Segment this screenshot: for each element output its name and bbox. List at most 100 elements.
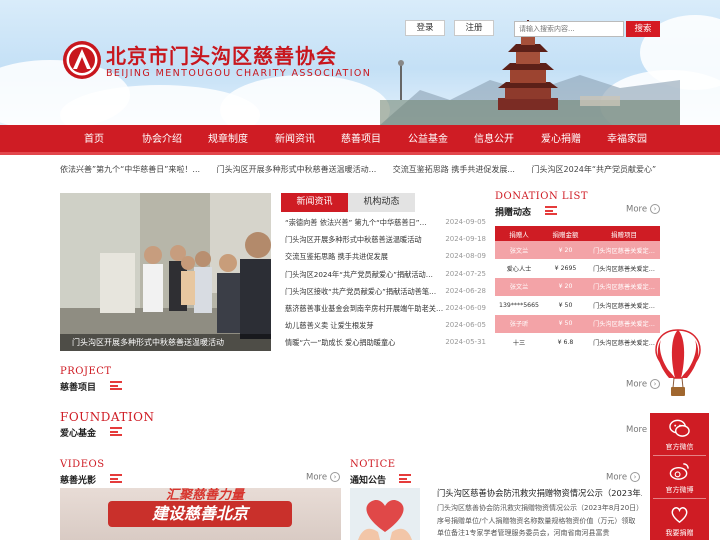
cloud-decoration [220, 75, 390, 125]
news-item-title: 幼儿慈善义卖 让爱生根发芽 [285, 321, 374, 331]
donation-row[interactable]: 张文兰 ¥ 20 门头沟区慈善关爱定… [495, 241, 660, 260]
video-thumbnail[interactable]: 汇聚慈善力量 建设慈善北京 [60, 488, 341, 540]
column-header: 捐赠人 [495, 226, 543, 241]
news-list-item[interactable]: 交流互鉴拓思路 携手共进促发展 2024-08-09 [281, 248, 486, 265]
donation-project: 门头沟区慈善关爱定… [588, 241, 660, 260]
donation-amount: ¥ 2695 [543, 259, 588, 278]
foundation-more-link[interactable]: More [626, 425, 647, 435]
association-logo-icon [63, 41, 101, 79]
news-item-title: 慈济慈善事业基金会到南辛房村开展端午助老关… [285, 303, 444, 313]
floating-sidebar: 官方微信 官方微博 我要捐赠 [650, 413, 709, 540]
videos-more-link[interactable]: More › [306, 472, 341, 483]
news-item-title: 交流互鉴拓思路 携手共进促发展 [285, 252, 388, 262]
city-tower-illustration [380, 20, 680, 125]
donor-name: 张子昕 [495, 314, 543, 333]
donation-title-cn: 捐赠动态 [495, 208, 532, 218]
section-marker-icon [110, 474, 122, 483]
news-item-title: 门头沟区开展多种形式中秋慈善送温暖活动 [285, 235, 422, 245]
donation-more-link[interactable]: More › [626, 204, 661, 215]
donation-row[interactable]: 十三 ¥ 6.8 门头沟区慈善关爱定… [495, 332, 660, 352]
donation-amount: ¥ 20 [543, 277, 588, 297]
ticker-item[interactable]: 交流互鉴拓思路 携手共进促发展... [393, 165, 515, 174]
news-list-item[interactable]: 慈济慈善事业基金会到南辛房村开展端午助老关… 2024-06-09 [281, 300, 486, 317]
news-item-date: 2024-06-09 [445, 303, 486, 312]
section-marker-icon [110, 381, 122, 390]
float-label: 我要捐赠 [665, 529, 694, 537]
nav-item-disclosure[interactable]: 信息公开 [474, 125, 514, 155]
nav-item-funds[interactable]: 公益基金 [408, 125, 448, 155]
news-item-title: “崇德向善 依法兴善” 第九个“中华慈善日”… [285, 218, 427, 227]
news-list-item[interactable]: 情暖“六一”助成长 爱心捐助暖童心 2024-05-31 [281, 334, 486, 351]
ticker-item[interactable]: 门头沟区2024年“共产党员献爱心” [532, 165, 657, 174]
nav-item-home[interactable]: 首页 [84, 125, 104, 155]
float-label: 官方微博 [665, 486, 694, 494]
chevron-right-icon: › [630, 472, 641, 482]
float-donate[interactable]: 我要捐赠 [650, 499, 709, 540]
search-button[interactable]: 搜索 [626, 21, 660, 37]
more-label: More [626, 425, 648, 435]
more-label: More [626, 204, 648, 215]
news-item-date: 2024-09-05 [445, 218, 486, 226]
donation-row[interactable]: 139****5665 ¥ 50 门头沟区慈善关爱定… [495, 296, 660, 315]
notice-item-text: 门头沟区慈善协会防汛救灾捐赠物资情况公示（2023年8月20日）序号捐赠单位/个… [437, 504, 640, 537]
project-title-cn: 慈善项目 [60, 383, 97, 393]
float-label: 官方微信 [665, 443, 694, 451]
donation-row[interactable]: 张子昕 ¥ 50 门头沟区慈善关爱定… [495, 314, 660, 333]
column-header: 捐赠项目 [588, 226, 660, 241]
notice-image[interactable] [350, 488, 420, 540]
tab-news[interactable]: 新闻资讯 [281, 193, 348, 212]
notice-item-title[interactable]: 门头沟区慈善协会防汛救灾捐赠物资情况公示（2023年… [437, 487, 642, 499]
donation-row[interactable]: 张文兰 ¥ 20 门头沟区慈善关爱定… [495, 277, 660, 297]
notice-more-link[interactable]: More › [606, 472, 641, 483]
nav-item-about[interactable]: 协会介绍 [142, 125, 182, 155]
tab-org-updates[interactable]: 机构动态 [348, 193, 415, 212]
donation-table: 捐赠人 捐赠金额 捐赠项目 张文兰 ¥ 20 门头沟区慈善关爱定… 爱心人士 ¥ 26… [495, 226, 660, 352]
project-title-en: PROJECT [60, 366, 112, 377]
videos-title-cn: 慈善光影 [60, 476, 97, 486]
section-marker-icon [110, 427, 122, 436]
chevron-right-icon: › [650, 204, 661, 214]
ticker-item[interactable]: 依法兴善”第九个“中华慈善日”来啦！... [60, 165, 200, 174]
news-item-date: 2024-08-09 [445, 252, 486, 261]
register-button[interactable]: 注册 [454, 20, 494, 36]
news-item-date: 2024-06-05 [445, 321, 486, 330]
news-list-item[interactable]: 门头沟区2024年“共产党员献爱心”捐献活动… 2024-07-25 [281, 266, 486, 283]
header-banner: 北京市门头沟区慈善协会 BEIJING MENTOUGOU CHARITY AS… [0, 0, 720, 125]
news-item-title: 门头沟区2024年“共产党员献爱心”捐献活动… [285, 269, 433, 279]
nav-item-news[interactable]: 新闻资讯 [275, 125, 315, 155]
section-marker-icon [399, 474, 411, 483]
news-ticker: 依法兴善”第九个“中华慈善日”来啦！... 门头沟区开展多种形式中秋慈善送温暖活… [60, 157, 660, 183]
ticker-item[interactable]: 门头沟区开展多种形式中秋慈善送温暖活动... [217, 165, 377, 174]
nav-item-rules[interactable]: 规章制度 [208, 125, 248, 155]
chevron-right-icon: › [330, 472, 341, 482]
news-item-date: 2024-09-18 [445, 235, 486, 244]
page: 北京市门头沟区慈善协会 BEIJING MENTOUGOU CHARITY AS… [0, 0, 720, 540]
donation-project: 门头沟区慈善关爱定… [588, 277, 660, 297]
donation-amount: ¥ 50 [543, 314, 588, 333]
nav-item-home-garden[interactable]: 幸福家园 [607, 125, 647, 155]
section-marker-icon [545, 206, 557, 215]
search-input[interactable] [514, 21, 624, 37]
donation-amount: ¥ 20 [543, 241, 588, 260]
nav-item-projects[interactable]: 慈善项目 [341, 125, 381, 155]
news-list-item[interactable]: 门头沟区开展多种形式中秋慈善送温暖活动 2024-09-18 [281, 231, 486, 248]
news-list-item[interactable]: 幼儿慈善义卖 让爱生根发芽 2024-06-05 [281, 317, 486, 334]
logo-title-en: BEIJING MENTOUGOU CHARITY ASSOCIATION [106, 68, 372, 79]
donation-project: 门头沟区慈善关爱定… [588, 314, 660, 333]
more-label: More [626, 379, 648, 390]
column-header: 捐赠金额 [543, 226, 588, 241]
float-weibo[interactable]: 官方微博 [650, 456, 709, 498]
news-slide-image[interactable]: 门头沟区开展多种形式中秋慈善送温暖活动 [60, 193, 271, 351]
notice-title-en: NOTICE [350, 459, 396, 470]
news-list-item[interactable]: “崇德向善 依法兴善” 第九个“中华慈善日”… 2024-09-05 [281, 214, 486, 231]
login-button[interactable]: 登录 [405, 20, 445, 36]
foundation-title-cn: 爱心基金 [60, 429, 97, 439]
slide-caption: 门头沟区开展多种形式中秋慈善送温暖活动 [60, 334, 271, 351]
float-wechat[interactable]: 官方微信 [650, 413, 709, 455]
donation-row[interactable]: 爱心人士 ¥ 2695 门头沟区慈善关爱定… [495, 259, 660, 278]
donation-amount: ¥ 50 [543, 296, 588, 315]
notice-title-cn: 通知公告 [350, 476, 387, 486]
news-item-date: 2024-07-25 [445, 269, 486, 278]
nav-item-donate[interactable]: 爱心捐赠 [541, 125, 581, 155]
news-list-item[interactable]: 门头沟区接收“共产党员献爱心”捐献活动善笔… 2024-06-28 [281, 283, 486, 300]
